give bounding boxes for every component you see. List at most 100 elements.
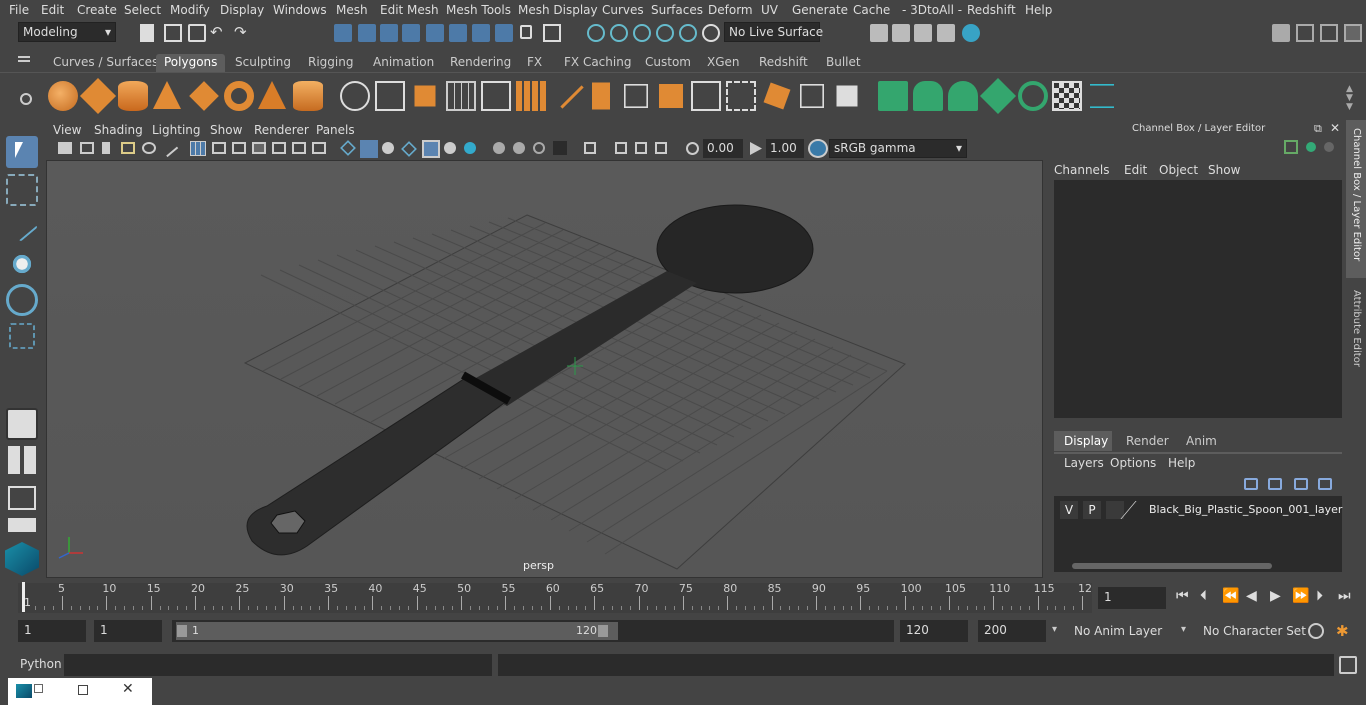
close-icon[interactable]: ✕: [1330, 121, 1340, 135]
modeling-toolkit-icon[interactable]: [1272, 24, 1290, 42]
float-panel-icon[interactable]: ⧉: [1314, 122, 1322, 136]
gamma-field[interactable]: 1.00: [766, 139, 804, 158]
select-by-hierarchy-icon[interactable]: [334, 24, 352, 42]
remesh-icon[interactable]: [516, 81, 546, 111]
current-frame-field[interactable]: 1: [1098, 587, 1166, 609]
xray-icon[interactable]: [615, 142, 627, 154]
channel-box-icon[interactable]: [1344, 24, 1362, 42]
depth-of-field-icon[interactable]: [553, 141, 567, 155]
uv-editor-icon[interactable]: [1090, 84, 1114, 108]
step-back-frame-icon[interactable]: ⏪: [1222, 588, 1239, 604]
xray-active-icon[interactable]: [635, 142, 647, 154]
scale-tool-icon[interactable]: [9, 323, 35, 349]
color-management-icon[interactable]: [808, 139, 828, 158]
tab-rendering[interactable]: Rendering: [442, 54, 519, 72]
bridge-icon[interactable]: [624, 84, 648, 108]
multi-cut-icon[interactable]: [548, 73, 584, 109]
exposure-field[interactable]: 0.00: [703, 139, 743, 158]
magnet-icon[interactable]: [702, 24, 720, 42]
menu-display[interactable]: Display: [220, 3, 264, 17]
wireframe-icon[interactable]: [340, 140, 356, 156]
speed-icon[interactable]: [1324, 142, 1334, 152]
safe-action-icon[interactable]: [292, 142, 306, 154]
automatic-uv-icon[interactable]: [979, 77, 1017, 115]
menu-mesh-tools[interactable]: Mesh Tools: [446, 3, 511, 17]
channel-menu-object[interactable]: Object: [1159, 163, 1198, 177]
undo-icon[interactable]: ↶: [210, 23, 223, 41]
side-tab-attribute-editor[interactable]: Attribute Editor: [1346, 282, 1366, 378]
reduce-icon[interactable]: [481, 81, 511, 111]
resolution-gate-icon[interactable]: [232, 142, 246, 154]
default-material-icon[interactable]: [382, 142, 394, 154]
layout-quad-icon[interactable]: [8, 446, 36, 474]
2d-pan-zoom-icon[interactable]: [142, 142, 156, 154]
layer-menu-layers[interactable]: Layers: [1064, 456, 1104, 470]
mirror-icon[interactable]: [414, 85, 436, 107]
menu-mesh-display[interactable]: Mesh Display: [518, 3, 598, 17]
menu-file[interactable]: File: [9, 3, 29, 17]
shelf-menu-icon[interactable]: [18, 56, 30, 58]
layout-persp-outliner-icon[interactable]: [8, 486, 36, 510]
menu-edit[interactable]: Edit: [41, 3, 64, 17]
go-to-start-icon[interactable]: ⏮: [1176, 588, 1189, 604]
range-start-handle[interactable]: [177, 625, 187, 637]
scene-end-field[interactable]: 200: [978, 620, 1046, 642]
render-view-icon[interactable]: [870, 24, 888, 42]
menu-help[interactable]: Help: [1025, 3, 1052, 17]
menu-create[interactable]: Create: [77, 3, 117, 17]
anim-layer-dropdown[interactable]: No Anim Layer: [1074, 624, 1162, 638]
lasso-icon[interactable]: [587, 24, 605, 42]
shadows-icon[interactable]: [464, 142, 476, 154]
select-by-object-icon[interactable]: [358, 24, 376, 42]
animation-prefs-icon[interactable]: ✱: [1336, 622, 1349, 640]
bookmark-icon[interactable]: [102, 142, 110, 154]
gate-mask-icon[interactable]: [252, 142, 266, 154]
command-input[interactable]: [64, 654, 492, 676]
multisample-aa-icon[interactable]: [533, 142, 545, 154]
append-polygon-icon[interactable]: [763, 82, 791, 110]
snap-point-icon[interactable]: [449, 24, 467, 42]
poly-torus-icon[interactable]: [224, 81, 254, 111]
menu-curves[interactable]: Curves: [602, 3, 644, 17]
menu-deform[interactable]: Deform: [708, 3, 753, 17]
rotate-tool-icon[interactable]: [6, 284, 38, 316]
smooth-icon[interactable]: [446, 81, 476, 111]
camera-select-icon[interactable]: [58, 142, 72, 154]
insert-edge-loop-icon[interactable]: [691, 81, 721, 111]
character-set-dropdown[interactable]: No Character Set: [1203, 624, 1306, 638]
bevel-icon[interactable]: [659, 84, 683, 108]
redo-icon[interactable]: ↷: [234, 23, 247, 41]
combine-icon[interactable]: [340, 81, 370, 111]
chevron-down-icon[interactable]: ▾: [1052, 624, 1057, 635]
script-language-toggle[interactable]: Python: [20, 657, 62, 671]
lock-icon[interactable]: [520, 25, 532, 39]
film-gate-icon[interactable]: [212, 142, 226, 154]
tab-redshift[interactable]: Redshift: [751, 54, 816, 72]
layout-single-icon[interactable]: [8, 518, 36, 532]
play-backward-icon[interactable]: ◀: [1246, 588, 1257, 604]
render-settings-icon[interactable]: [937, 24, 955, 42]
textured-icon[interactable]: [422, 140, 440, 158]
snap-curve-icon[interactable]: [426, 24, 444, 42]
layer-row[interactable]: V P Black_Big_Plastic_Spoon_001_layer: [1060, 501, 1342, 521]
reflect-icon[interactable]: [679, 24, 697, 42]
tab-polygons[interactable]: Polygons: [156, 54, 226, 72]
poly-cone-icon[interactable]: [153, 81, 181, 109]
tab-rigging[interactable]: Rigging: [300, 54, 361, 72]
menu-windows[interactable]: Windows: [273, 3, 327, 17]
tab-display[interactable]: Display: [1054, 431, 1112, 451]
select-icon[interactable]: [543, 24, 561, 42]
motion-blur-icon[interactable]: [513, 142, 525, 154]
planar-uv-icon[interactable]: [878, 81, 908, 111]
soft-select-icon[interactable]: [633, 24, 651, 42]
screen-space-ao-icon[interactable]: [493, 142, 505, 154]
target-weld-icon[interactable]: [836, 85, 858, 107]
isolate-select-icon[interactable]: [584, 142, 596, 154]
tab-curves-surfaces[interactable]: Curves / Surfaces: [45, 54, 166, 72]
select-by-component-icon[interactable]: [380, 24, 398, 42]
render-icon[interactable]: [892, 24, 910, 42]
tab-bullet[interactable]: Bullet: [818, 54, 869, 72]
side-tab-channel-box[interactable]: Channel Box / Layer Editor: [1346, 120, 1366, 278]
mode-dropdown[interactable]: Modeling ▾: [18, 22, 116, 42]
range-bar[interactable]: [176, 622, 618, 640]
